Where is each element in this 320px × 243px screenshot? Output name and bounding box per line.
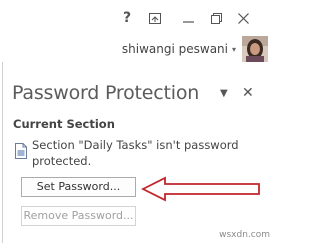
account-area[interactable]: shiwangi peswani ▾ (122, 36, 268, 62)
protection-status-text: Section "Daily Tasks" isn't password pro… (32, 138, 239, 168)
document-info-icon (15, 143, 27, 159)
restore-icon (210, 12, 222, 24)
pane-options-icon[interactable]: ▼ (220, 88, 228, 99)
remove-password-button: Remove Password... (21, 206, 136, 226)
close-icon (237, 12, 249, 24)
restore-button[interactable] (207, 9, 225, 27)
pane-border (2, 62, 3, 243)
help-button[interactable]: ? (118, 9, 136, 27)
help-icon: ? (122, 10, 132, 26)
minimize-button[interactable] (179, 9, 197, 27)
watermark: wsxdn.com (219, 230, 270, 240)
avatar[interactable] (242, 36, 268, 62)
section-heading: Current Section (13, 117, 115, 131)
account-name[interactable]: shiwangi peswani (122, 42, 228, 56)
annotation-arrow (140, 176, 260, 202)
ribbon-display-options-button[interactable] (146, 9, 164, 27)
pane-title: Password Protection (12, 82, 200, 104)
avatar-image (242, 36, 268, 62)
close-window-button[interactable] (234, 9, 252, 27)
minimize-icon (182, 20, 194, 23)
set-password-button[interactable]: Set Password... (21, 177, 136, 197)
ribbon-display-icon (149, 12, 161, 24)
pane-close-icon[interactable]: ✕ (242, 85, 254, 101)
title-bar: ? (0, 0, 276, 30)
chevron-down-icon[interactable]: ▾ (232, 45, 236, 54)
